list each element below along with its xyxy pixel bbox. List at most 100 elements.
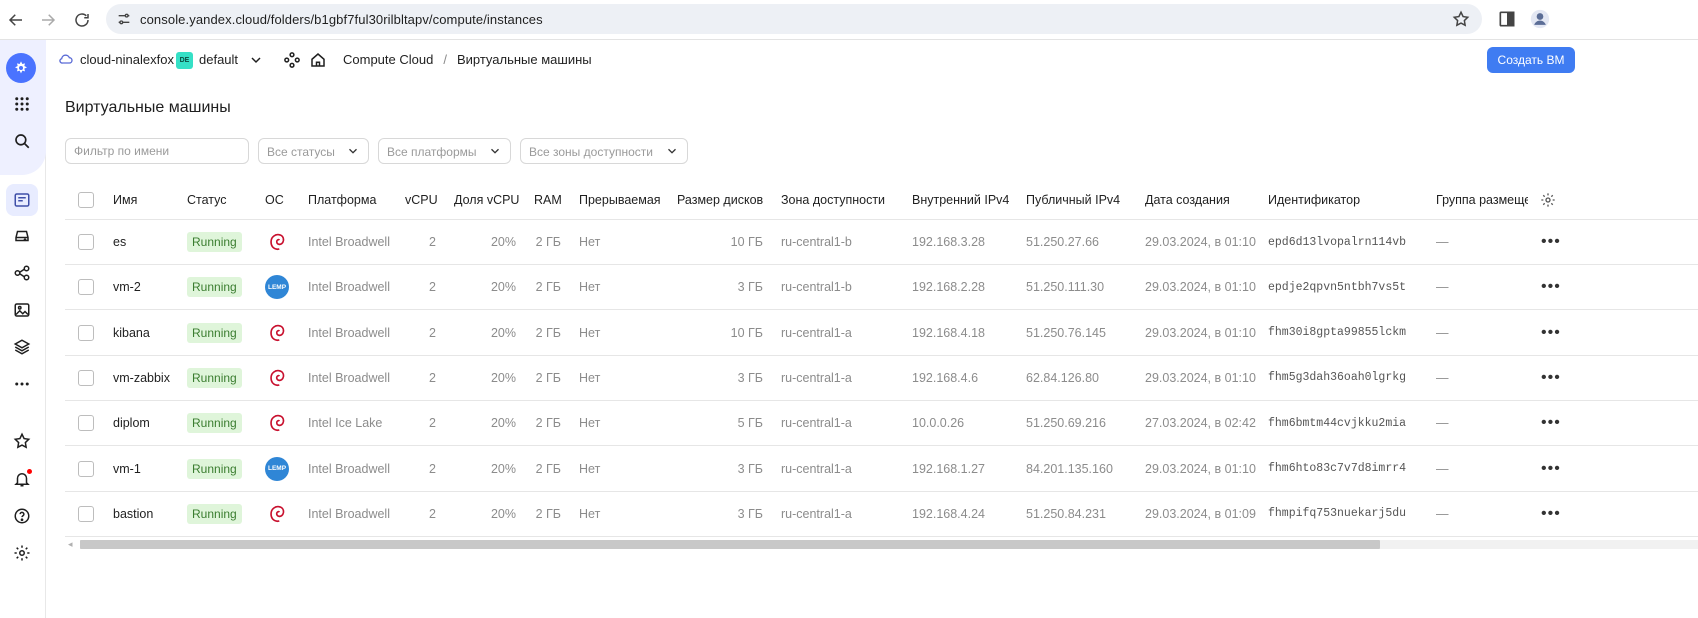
row-checkbox[interactable] [78,234,94,250]
column-settings[interactable] [1540,180,1558,219]
column-header-status[interactable]: Статус [187,180,257,219]
back-arrow-icon[interactable] [4,8,28,32]
name-filter-input[interactable] [65,138,249,164]
reload-icon[interactable] [70,8,94,32]
row-actions-more-icon[interactable]: ••• [1541,220,1563,264]
debian-os-icon [265,411,289,435]
table-row[interactable]: es Running Intel Broadwell 2 20% 2 ГБ Нет 10 ГБ… [65,220,1698,265]
scroll-left-arrow-icon[interactable]: ◂ [68,539,76,549]
row-checkbox[interactable] [78,369,94,386]
vm-name[interactable]: bastion [113,492,183,536]
column-header-preemptible[interactable]: Прерываемая [579,180,669,219]
home-icon[interactable] [309,51,327,69]
column-header-internal-ip[interactable]: Внутренний IPv4 [912,180,1022,219]
zone-cell: ru-central1-a [781,325,852,340]
platform-select[interactable]: Все платформы [378,138,511,164]
yandex-cloud-logo-icon[interactable] [6,53,36,83]
vcpu-cell: 2 [429,235,436,249]
help-icon[interactable] [8,502,36,530]
vm-name[interactable]: vm-2 [113,265,183,309]
select-all-checkbox[interactable] [78,192,94,208]
preemptible-cell: Нет [579,506,601,521]
column-header-id[interactable]: Идентификатор [1268,180,1408,219]
vm-name[interactable]: es [113,220,183,264]
images-icon[interactable] [8,296,36,324]
table-row[interactable]: vm-1 Running LEMP Intel Broadwell 2 20% 2 ГБ Не… [65,447,1698,492]
table-row[interactable]: kibana Running Intel Broadwell 2 20% 2 ГБ Нет 1… [65,311,1698,356]
address-bar[interactable]: console.yandex.cloud/folders/b1gbf7ful30… [106,4,1482,34]
site-settings-icon[interactable] [116,11,132,27]
preemptible-cell: Нет [579,370,601,385]
row-actions-more-icon[interactable]: ••• [1541,447,1563,491]
row-checkbox[interactable] [78,505,94,522]
status-select[interactable]: Все статусы [258,138,369,164]
folder-name[interactable]: default [199,52,238,67]
column-header-ram[interactable]: RAM [534,180,574,219]
status-badge: Running [187,232,242,252]
favorites-star-icon[interactable] [8,427,36,455]
row-checkbox[interactable] [78,324,94,341]
column-header-created[interactable]: Дата создания [1145,180,1260,219]
services-grid-icon[interactable] [8,90,36,118]
disk-size-cell: 10 ГБ [730,325,763,340]
instance-groups-icon[interactable] [8,259,36,287]
disk-size-cell: 3 ГБ [737,280,763,295]
column-settings-gear-icon[interactable] [1540,192,1556,208]
placement-group-cell: — [1436,461,1449,476]
column-header-os[interactable]: ОС [265,180,305,219]
side-panel-icon[interactable] [1497,9,1517,29]
row-checkbox[interactable] [78,279,94,296]
vm-name[interactable]: vm-1 [113,447,183,491]
vm-name[interactable]: vm-zabbix [113,356,183,400]
row-checkbox[interactable] [78,415,94,432]
cloud-name[interactable]: cloud-ninalexfox [80,52,174,67]
table-row[interactable]: bastion Running Intel Broadwell 2 20% 2 ГБ Нет… [65,492,1698,537]
notification-dot [27,469,32,474]
settings-gear-icon[interactable] [8,539,36,567]
search-icon[interactable] [8,127,36,155]
debian-os-icon [265,321,289,345]
service-nodes-icon[interactable] [283,51,301,69]
url-text[interactable]: console.yandex.cloud/folders/b1gbf7ful30… [140,12,543,27]
column-header-name[interactable]: Имя [113,180,183,219]
column-header-vcpu[interactable]: vCPU [405,180,449,219]
scrollbar-thumb[interactable] [80,540,1380,549]
row-actions-more-icon[interactable]: ••• [1541,311,1563,355]
vm-name[interactable]: kibana [113,311,183,355]
column-header-zone[interactable]: Зона доступности [781,180,901,219]
vm-name[interactable]: diplom [113,401,183,445]
row-actions-more-icon[interactable]: ••• [1541,356,1563,400]
forward-arrow-icon[interactable] [36,8,60,32]
ram-cell: 2 ГБ [535,506,561,521]
disks-icon[interactable] [8,222,36,250]
row-checkbox[interactable] [78,460,94,477]
breadcrumb-compute-cloud[interactable]: Compute Cloud [343,52,433,67]
os-cell: LEMP [265,447,295,491]
column-header-vcpu-share[interactable]: Доля vCPU [454,180,526,219]
row-actions-more-icon[interactable]: ••• [1541,492,1563,536]
horizontal-scrollbar[interactable]: ◂ [66,537,1698,551]
more-services-icon[interactable] [8,370,36,398]
row-actions-more-icon[interactable]: ••• [1541,401,1563,445]
column-header-placement-group[interactable]: Группа размеще [1436,180,1528,219]
snapshots-layers-icon[interactable] [8,333,36,361]
table-row[interactable]: diplom Running Intel Ice Lake 2 20% 2 ГБ Нет 5 … [65,401,1698,447]
table-row[interactable]: vm-zabbix Running Intel Broadwell 2 20% 2 ГБ Н… [65,356,1698,401]
create-vm-button[interactable]: Создать ВМ [1487,47,1575,73]
row-actions-more-icon[interactable]: ••• [1541,265,1563,309]
bookmark-star-icon[interactable] [1452,10,1470,28]
zone-select[interactable]: Все зоны доступности [520,138,688,164]
column-header-disk-size[interactable]: Размер дисков [677,180,775,219]
table-row[interactable]: vm-2 Running LEMP Intel Broadwell 2 20% 2 ГБ Не… [65,265,1698,311]
column-header-public-ip[interactable]: Публичный IPv4 [1026,180,1136,219]
chevron-down-icon[interactable] [248,52,264,68]
compute-instances-icon[interactable] [6,184,38,216]
cloud-selector[interactable]: cloud-ninalexfox [58,51,174,67]
profile-icon[interactable] [1530,9,1550,29]
column-header-platform[interactable]: Платформа [308,180,403,219]
os-cell [265,492,295,536]
zone-cell: ru-central1-a [781,506,852,521]
platform-cell: Intel Broadwell [308,370,390,385]
notifications-bell-icon[interactable] [8,465,36,493]
zone-cell: ru-central1-a [781,416,852,431]
